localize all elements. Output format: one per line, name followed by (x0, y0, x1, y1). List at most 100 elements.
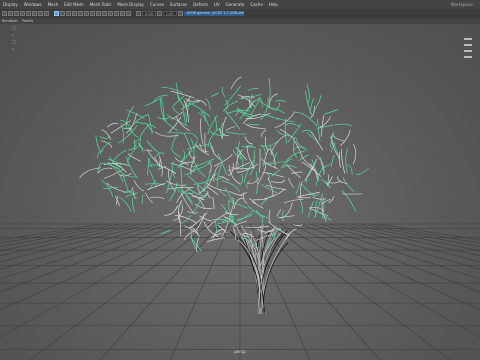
hair-strand (228, 200, 248, 209)
menu-curves[interactable]: Curves (147, 0, 167, 9)
hair-strand (135, 122, 157, 129)
hair-strand (101, 140, 113, 148)
gamma-field[interactable]: 1.00 (162, 11, 177, 16)
isolate-select-icon[interactable] (108, 11, 113, 16)
workspace-label[interactable]: Workspace: (448, 0, 480, 9)
grid-line (0, 223, 111, 244)
hair-strand (257, 162, 267, 185)
hud-bar[interactable] (464, 44, 472, 46)
xray-components-icon[interactable] (126, 11, 131, 16)
hair-strand (225, 126, 236, 131)
hair-strand (280, 158, 293, 169)
hair-strand (329, 180, 342, 184)
menu-display[interactable]: Display (0, 0, 21, 9)
hair-strand (305, 90, 313, 116)
menu-help[interactable]: Help (266, 0, 281, 9)
hair-strand (180, 192, 195, 214)
motion-blur-icon[interactable] (90, 11, 95, 16)
hair-strand (109, 156, 123, 169)
hair-strand (298, 154, 309, 162)
hair-strand (245, 226, 269, 229)
hair-strand (282, 165, 297, 169)
move-tool-icon[interactable]: ▹ (12, 31, 16, 38)
bookmark-icon[interactable] (14, 11, 19, 16)
hair-strand (256, 171, 258, 195)
menu-bar: Display Windows Mesh Edit Mesh Mesh Tool… (0, 0, 480, 9)
scene-canvas[interactable] (0, 24, 480, 360)
exposure-field[interactable]: 0.00 (142, 11, 156, 16)
hair-strand (275, 100, 287, 102)
hair-strand (261, 129, 267, 137)
shadows-icon[interactable] (78, 11, 83, 16)
scale-tool-icon[interactable]: ▹ (12, 45, 16, 52)
hair-strand (133, 179, 145, 192)
film-gate-icon[interactable] (32, 11, 37, 16)
xray-joints-icon[interactable] (120, 11, 125, 16)
menu-deform[interactable]: Deform (190, 0, 211, 9)
menu-edit-mesh[interactable]: Edit Mesh (61, 0, 87, 9)
textured-icon[interactable] (66, 11, 71, 16)
rotate-tool-icon[interactable]: □ (12, 38, 16, 45)
wireframe-icon[interactable] (54, 11, 59, 16)
anti-aliasing-icon[interactable] (96, 11, 101, 16)
hair-strand (236, 213, 253, 221)
viewport[interactable] (0, 24, 480, 360)
hud-bar[interactable] (464, 38, 472, 40)
hair-strand (184, 112, 186, 125)
depth-of-field-icon[interactable] (102, 11, 107, 16)
grid-line (99, 223, 221, 360)
hair-strand (148, 180, 157, 191)
hair-strand (346, 164, 353, 175)
color-space-select[interactable]: sRGB gamma (ACES 1.0 SDR-video) (183, 11, 244, 16)
hair-strand (161, 86, 183, 94)
hair-strand (170, 90, 195, 99)
select-camera-icon[interactable] (2, 11, 7, 16)
grid-line (0, 223, 191, 311)
grid-line (349, 223, 480, 252)
lights-icon[interactable] (72, 11, 77, 16)
menu-surfaces[interactable]: Surfaces (167, 0, 190, 9)
ambient-occlusion-icon[interactable] (84, 11, 89, 16)
ground-grid (0, 223, 480, 360)
hair-strand (185, 186, 207, 197)
menu-uv[interactable]: UV (211, 0, 223, 9)
hud-bar[interactable] (464, 56, 472, 58)
hair-strand (224, 187, 233, 202)
color-management-icon[interactable] (177, 11, 183, 16)
camera-name-label: persp (234, 349, 246, 354)
resolution-gate-icon[interactable] (38, 11, 43, 16)
menu-windows[interactable]: Windows (21, 0, 45, 9)
hair-strand (345, 148, 349, 173)
hair-strand (261, 184, 277, 194)
grid-icon[interactable] (26, 11, 31, 16)
hair-strand (260, 195, 274, 206)
hair-strand (180, 162, 189, 167)
hair-strand (323, 109, 339, 115)
menu-generate[interactable]: Generate (223, 0, 248, 9)
smooth-shade-icon[interactable] (60, 11, 65, 16)
hair-strand (168, 182, 177, 202)
brain-hair-mesh[interactable] (79, 76, 369, 315)
hair-strand (97, 167, 113, 174)
hair-strand (215, 221, 217, 235)
menu-cache[interactable]: Cache (247, 0, 265, 9)
hair-strand (188, 102, 211, 117)
hair-strand (227, 161, 250, 172)
hair-strand (330, 154, 335, 167)
hud-bar[interactable] (464, 50, 472, 52)
hair-strand (246, 180, 251, 189)
hair-strand (303, 114, 318, 127)
hair-strand (177, 151, 192, 169)
camera-attributes-icon[interactable] (8, 11, 13, 16)
hair-strand (155, 152, 165, 157)
menu-mesh-display[interactable]: Mesh Display (114, 0, 147, 9)
image-plane-icon[interactable] (20, 11, 25, 16)
menu-mesh[interactable]: Mesh (45, 0, 62, 9)
menu-mesh-tools[interactable]: Mesh Tools (87, 0, 115, 9)
xray-icon[interactable] (114, 11, 119, 16)
hair-strand (210, 92, 219, 97)
hair-strand (249, 156, 255, 176)
select-tool-icon[interactable]: □ (12, 24, 16, 31)
gate-mask-icon[interactable] (44, 11, 49, 16)
hair-strand (237, 210, 254, 222)
